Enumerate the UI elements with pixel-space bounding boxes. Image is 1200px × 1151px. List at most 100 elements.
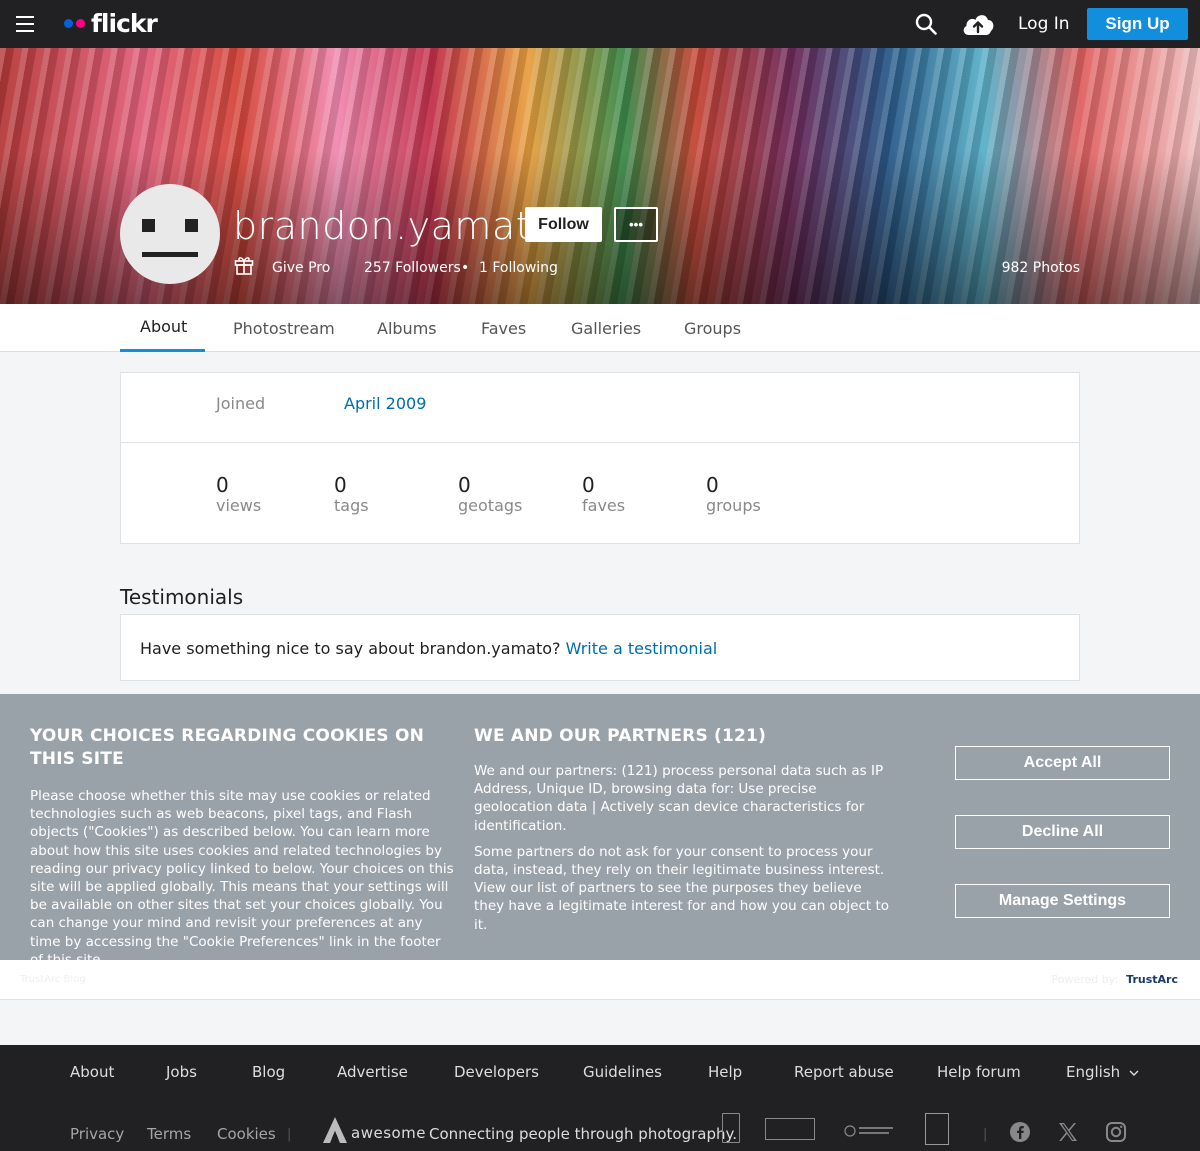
tab-label: About [140,317,188,336]
top-nav: flickr Log In Sign Up [0,0,1200,48]
stat-label: faves [582,496,626,515]
profile-username: brandon.yamato [233,204,555,248]
logo-text: flickr [91,9,158,38]
cover-photo: brandon.yamato Follow ••• Give Pro 257 F… [0,48,1200,304]
gift-icon[interactable] [234,255,254,275]
give-pro-link[interactable]: Give Pro [272,260,330,276]
flickr-logo[interactable]: flickr [64,9,158,38]
evergreen-certified-badge-icon [925,1113,949,1145]
logo-dots [64,19,85,28]
logo-dot-blue [64,19,73,28]
stat-value: 0 [216,473,229,497]
language-label: English [1066,1063,1121,1081]
testimonial-prompt-text: Have something nice to say about brandon… [140,639,561,658]
tab-label: Galleries [571,318,642,338]
follow-button[interactable]: Follow [525,207,602,242]
avatar-eye-left [142,219,155,232]
footer-link-about[interactable]: About [70,1063,114,1081]
instagram-icon[interactable] [1105,1121,1127,1143]
joined-label: Joined [216,394,266,413]
footer-link-cookies[interactable]: Cookies [217,1125,276,1143]
avatar-eye-right [185,219,198,232]
trustarc-blog-link[interactable]: TrustArc Blog [20,974,86,985]
site-footer: About Jobs Blog Advertise Developers Gui… [0,1045,1200,1151]
powered-by-text: Powered by: [1051,973,1119,986]
footer-divider: | [983,1127,988,1142]
tab-label: Groups [684,318,742,338]
footer-divider: | [287,1127,292,1142]
awesome-logo-text: awesome [351,1124,427,1142]
cookie-choices-section: YOUR CHOICES REGARDING COOKIES ON THIS S… [30,725,455,969]
language-selector[interactable]: English [1066,1063,1139,1081]
cookie-choices-heading: YOUR CHOICES REGARDING COOKIES ON THIS S… [30,726,425,769]
stat-value: 0 [582,473,595,497]
upload-cloud-icon[interactable] [961,11,995,37]
write-testimonial-link[interactable]: Write a testimonial [566,639,718,658]
avatar-mouth [142,252,198,257]
tab-albums[interactable]: Albums [377,304,437,352]
cookie-footer-strip: TrustArc Blog Powered by: TrustArc [0,960,1200,1000]
stat-views: 0 views [216,474,261,516]
testimonials-heading: Testimonials [120,585,244,609]
decline-all-button[interactable]: Decline All [955,815,1170,849]
footer-tagline: Connecting people through photography. [429,1125,737,1143]
cookie-partners-text-2: Some partners do not ask for your consen… [474,843,890,933]
tab-label: Albums [377,318,437,338]
logo-dot-pink [76,19,85,28]
tab-faves[interactable]: Faves [481,304,526,352]
footer-link-jobs[interactable]: Jobs [166,1063,197,1081]
search-icon[interactable] [915,13,937,35]
great-place-to-work-badge-icon [722,1113,740,1143]
trustarc-text: TrustArc [1126,973,1178,986]
separator-bullet: • [461,260,470,276]
tab-groups[interactable]: Groups [684,304,741,352]
accept-all-button[interactable]: Accept All [955,746,1170,780]
conservation-alliance-badge-icon [844,1125,893,1137]
avatar[interactable] [120,184,220,284]
footer-link-blog[interactable]: Blog [252,1063,285,1081]
footer-link-help-forum[interactable]: Help forum [937,1063,1021,1081]
tab-about[interactable]: About [120,304,205,352]
footer-link-privacy[interactable]: Privacy [70,1125,124,1143]
footer-link-help[interactable]: Help [708,1063,742,1081]
stat-faves: 0 faves [582,474,625,516]
tab-label: Faves [481,318,527,338]
footer-link-developers[interactable]: Developers [454,1063,539,1081]
profile-tabs: About Photostream Albums Faves Galleries… [0,304,1200,352]
stat-value: 0 [706,473,719,497]
menu-icon[interactable] [16,16,34,32]
cookie-partners-text-1: We and our partners: (121) process perso… [474,763,884,834]
x-twitter-icon[interactable] [1057,1121,1079,1143]
joined-date: April 2009 [344,394,427,413]
stat-label: tags [334,496,369,515]
climate-neutral-badge-icon [765,1118,815,1140]
smugmug-awesome-logo-icon[interactable] [322,1116,348,1144]
following-count[interactable]: 1 Following [479,260,558,276]
tab-photostream[interactable]: Photostream [233,304,335,352]
facebook-icon[interactable] [1009,1121,1031,1143]
footer-link-report-abuse[interactable]: Report abuse [794,1063,894,1081]
followers-count[interactable]: 257 Followers [364,260,461,276]
stat-value: 0 [458,473,471,497]
stat-tags: 0 tags [334,474,369,516]
signup-button[interactable]: Sign Up [1087,8,1188,40]
photo-count: 982 Photos [1001,260,1080,276]
login-link[interactable]: Log In [1018,14,1070,34]
cookie-partners-heading: WE AND OUR PARTNERS (121) [474,726,767,746]
more-options-button[interactable]: ••• [614,207,658,242]
stat-label: groups [706,496,761,515]
stat-groups: 0 groups [706,474,761,516]
footer-link-terms[interactable]: Terms [147,1125,191,1143]
trustarc-logo[interactable]: Powered by: TrustArc [1052,973,1179,986]
footer-link-guidelines[interactable]: Guidelines [583,1063,662,1081]
footer-link-advertise[interactable]: Advertise [337,1063,408,1081]
cookie-banner: YOUR CHOICES REGARDING COOKIES ON THIS S… [0,694,1200,968]
stat-label: geotags [458,496,523,515]
tab-label: Photostream [233,318,335,338]
cookie-partners-section: WE AND OUR PARTNERS (121) We and our par… [474,725,894,934]
chevron-down-icon [1129,1070,1139,1076]
tab-galleries[interactable]: Galleries [571,304,641,352]
stat-value: 0 [334,473,347,497]
testimonial-prompt: Have something nice to say about brandon… [140,639,717,658]
manage-settings-button[interactable]: Manage Settings [955,884,1170,918]
